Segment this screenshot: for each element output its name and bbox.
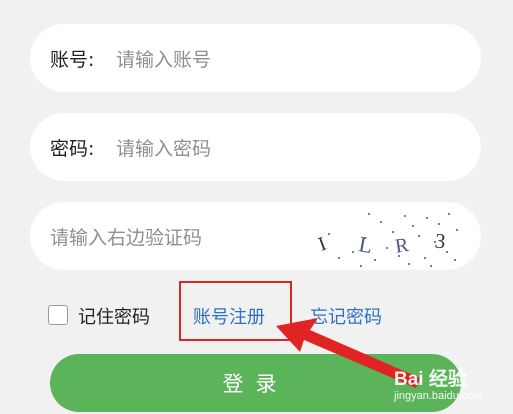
captcha-field[interactable]: 请输入右边验证码 I L R 3 (30, 202, 481, 270)
password-label: 密码: (50, 137, 95, 160)
captcha-image[interactable]: I L R 3 (309, 208, 465, 268)
account-input-placeholder[interactable]: 请输入账号 (116, 45, 211, 72)
remember-checkbox[interactable] (48, 305, 68, 325)
captcha-input-placeholder[interactable]: 请输入右边验证码 (50, 223, 202, 250)
forgot-password-link[interactable]: 忘记密码 (310, 303, 382, 329)
watermark-logo: Bai 经验 (394, 369, 467, 390)
captcha-char: I (315, 233, 329, 256)
captcha-char: L (357, 231, 375, 258)
highlight-box (179, 281, 292, 341)
watermark: Bai 经验 jingyan.baidu.com (392, 360, 510, 410)
password-field[interactable]: 密码: 请输入密码 (30, 113, 481, 181)
account-label: 账号: (50, 48, 95, 71)
account-field[interactable]: 账号: 请输入账号 (30, 24, 481, 92)
captcha-char: R (394, 234, 411, 258)
remember-password-label[interactable]: 记住密码 (78, 303, 150, 329)
watermark-url: jingyan.baidu.com (394, 390, 483, 402)
password-input-placeholder[interactable]: 请输入密码 (116, 134, 211, 161)
captcha-char: 3 (434, 228, 447, 253)
